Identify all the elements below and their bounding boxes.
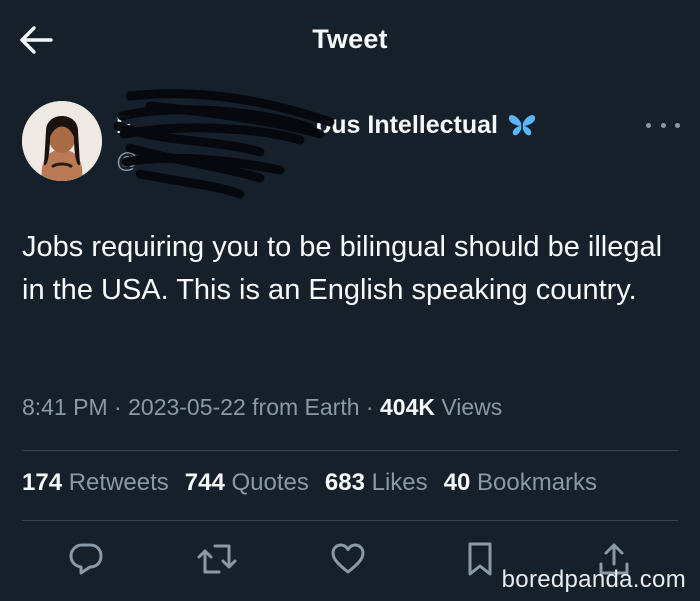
author-display-name: ous Intellectual xyxy=(316,110,498,139)
views-count[interactable]: 404K xyxy=(380,394,435,420)
author-name-obscured: F xyxy=(116,110,132,139)
like-icon[interactable] xyxy=(328,540,368,578)
views-label: Views xyxy=(441,394,503,420)
author-name-row[interactable]: F ous Intellectual xyxy=(116,108,536,142)
divider xyxy=(22,520,678,521)
bookmark-icon[interactable] xyxy=(460,540,500,578)
retweet-icon[interactable] xyxy=(197,540,237,578)
watermark: boredpanda.com xyxy=(501,566,686,593)
tweet-meta: 8:41 PM · 2023-05-22 from Earth · 404K V… xyxy=(22,394,502,421)
more-options-icon[interactable] xyxy=(646,112,680,138)
bookmarks-stat[interactable]: 40 Bookmarks xyxy=(444,469,597,497)
tweet-text: Jobs requiring you to be bilingual shoul… xyxy=(22,231,663,306)
avatar[interactable] xyxy=(22,101,102,181)
redaction-scribble xyxy=(113,89,335,199)
tweet-source: from Earth xyxy=(252,394,360,420)
tweet-time[interactable]: 8:41 PM xyxy=(22,394,108,420)
tweet-date[interactable]: 2023-05-22 xyxy=(128,394,246,420)
author-handle[interactable]: @ xyxy=(116,148,276,174)
top-bar: Tweet xyxy=(0,0,700,80)
butterfly-icon xyxy=(508,113,536,137)
reply-icon[interactable] xyxy=(66,540,106,578)
divider xyxy=(22,450,678,451)
quotes-stat[interactable]: 744 Quotes xyxy=(185,469,309,497)
engagement-stats: 174 Retweets 744 Quotes 683 Likes 40 Boo… xyxy=(22,469,597,497)
likes-stat[interactable]: 683 Likes xyxy=(325,469,428,497)
retweets-stat[interactable]: 174 Retweets xyxy=(22,469,169,497)
meta-separator: · xyxy=(114,394,129,420)
meta-separator: · xyxy=(365,394,380,420)
page-title: Tweet xyxy=(312,24,388,54)
